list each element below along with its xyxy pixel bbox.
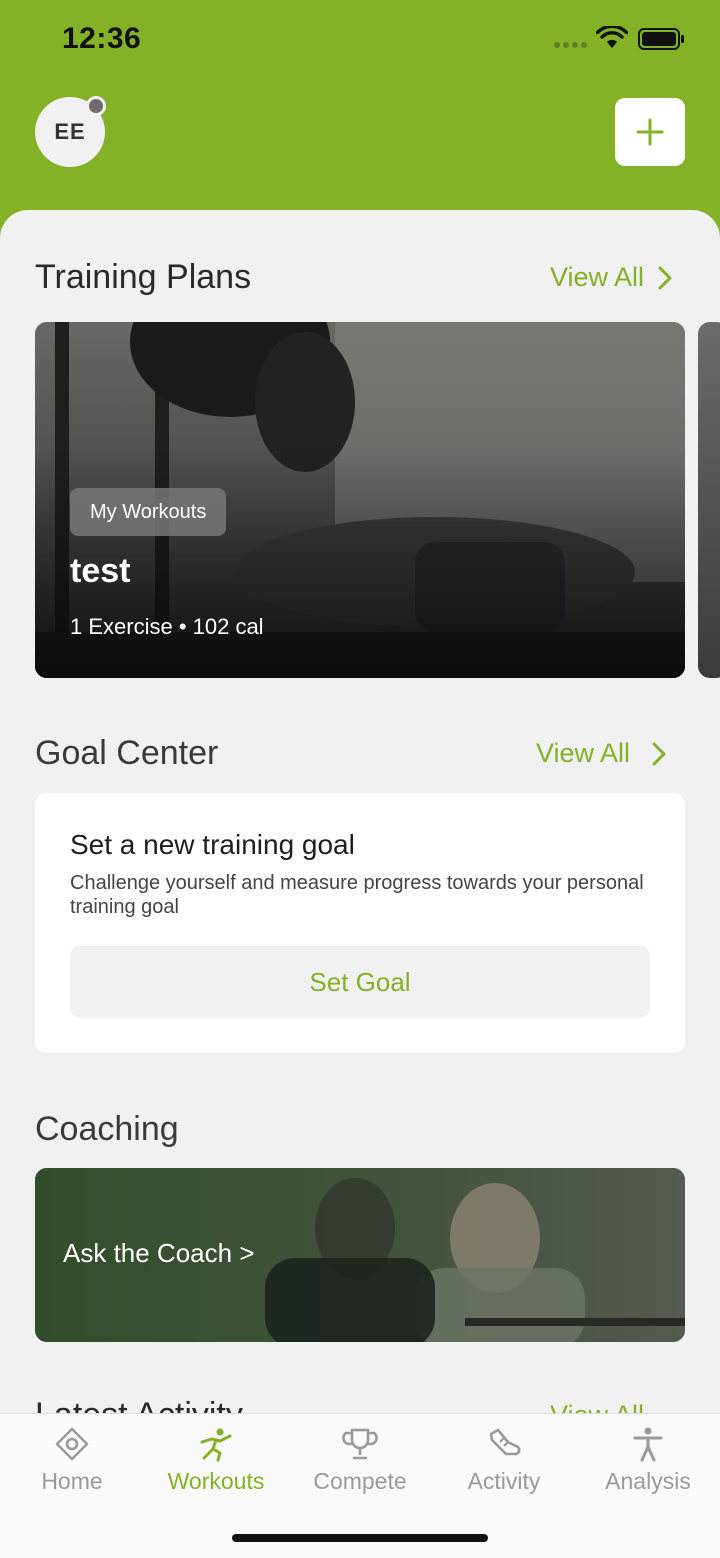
training-plan-card[interactable]: My Workouts test 1 Exercise • 102 cal bbox=[35, 322, 685, 678]
tab-compete[interactable]: Compete bbox=[288, 1414, 432, 1514]
status-bar: 12:36 bbox=[0, 0, 720, 80]
status-time: 12:36 bbox=[62, 22, 142, 55]
plan-name: test bbox=[70, 552, 131, 590]
tab-analysis[interactable]: Analysis bbox=[576, 1414, 720, 1514]
goal-card: Set a new training goal Challenge yourse… bbox=[35, 793, 685, 1053]
cellular-signal-icon bbox=[554, 42, 588, 48]
training-view-all-link[interactable]: View All bbox=[550, 262, 672, 293]
tab-label: Analysis bbox=[605, 1468, 691, 1494]
main-content: Training Plans View All My Workouts test… bbox=[0, 210, 720, 1558]
chevron-right-icon bbox=[658, 266, 672, 289]
ask-coach-label: Ask the Coach > bbox=[63, 1238, 255, 1268]
goal-view-all-link[interactable]: View All bbox=[536, 738, 666, 769]
trophy-icon bbox=[342, 1428, 378, 1460]
notification-dot bbox=[86, 96, 106, 116]
tab-activity[interactable]: Activity bbox=[432, 1414, 576, 1514]
goal-card-description: Challenge yourself and measure progress … bbox=[70, 872, 644, 918]
home-icon bbox=[55, 1427, 89, 1461]
next-plan-card[interactable] bbox=[698, 322, 720, 678]
analysis-icon bbox=[633, 1427, 663, 1462]
battery-icon bbox=[638, 28, 684, 50]
tab-workouts[interactable]: Workouts bbox=[144, 1414, 288, 1514]
tab-label: Home bbox=[41, 1468, 103, 1494]
view-all-label: View All bbox=[550, 262, 645, 292]
plan-meta: 1 Exercise • 102 cal bbox=[70, 614, 264, 639]
view-all-label: View All bbox=[536, 738, 631, 768]
home-indicator bbox=[232, 1534, 488, 1542]
coaching-title: Coaching bbox=[35, 1110, 179, 1148]
tab-home[interactable]: Home bbox=[0, 1414, 144, 1514]
activity-icon bbox=[489, 1428, 521, 1456]
plus-icon bbox=[636, 118, 664, 146]
goal-center-title: Goal Center bbox=[35, 734, 219, 772]
tab-label: Activity bbox=[467, 1468, 541, 1494]
ask-coach-card[interactable]: Ask the Coach > bbox=[35, 1168, 685, 1342]
set-goal-button[interactable]: Set Goal bbox=[70, 946, 650, 1018]
tab-label: Compete bbox=[313, 1468, 407, 1494]
wifi-icon bbox=[596, 26, 628, 48]
workouts-icon bbox=[200, 1428, 232, 1462]
chevron-right-icon bbox=[652, 742, 666, 765]
add-button[interactable] bbox=[615, 98, 685, 166]
training-plans-title: Training Plans bbox=[35, 258, 252, 296]
tab-label: Workouts bbox=[167, 1468, 265, 1494]
goal-card-title: Set a new training goal bbox=[70, 829, 355, 860]
workout-tag-badge: My Workouts bbox=[70, 488, 227, 536]
